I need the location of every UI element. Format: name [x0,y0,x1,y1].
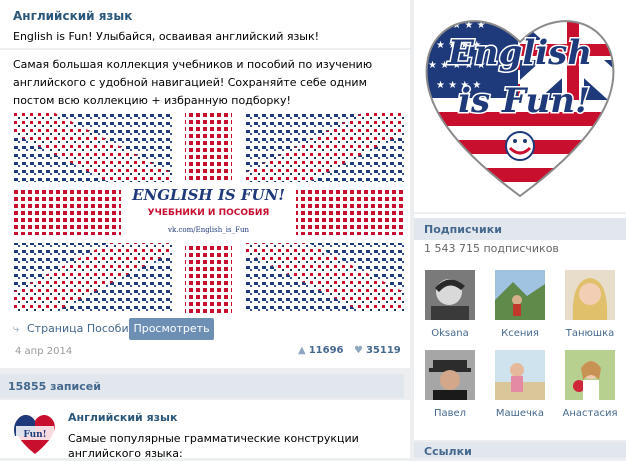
post-banner-image[interactable]: ENGLISH IS FUN! УЧЕБНИКИ И ПОСОБИЯ vk.co… [13,112,404,313]
banner-subtitle: УЧЕБНИКИ И ПОСОБИЯ [147,208,270,218]
avatar [495,270,545,320]
subscriber-item[interactable]: Танюшка [556,270,624,348]
megaphone-icon: ▲ [298,345,306,356]
like-button[interactable]: ♥ 35119 [354,345,401,356]
sidebar: ★ ★ ★ ★ ★ ★ ★ ★ ★ ★ ★ ★ ★ ★ ★ ★ ★ ★ Engl… [414,0,626,458]
group-name[interactable]: Английский язык [13,9,132,23]
heart-flag-avatar: Fun! [10,408,60,458]
subscribers-count: 1 543 715 подписчиков [424,242,559,255]
heart-flag-logo: ★ ★ ★ ★ ★ ★ ★ ★ ★ ★ ★ ★ ★ ★ ★ ★ ★ ★ Engl… [425,20,615,198]
group-status: English is Fun! Улыбайся, осваивая англи… [13,30,320,43]
subscriber-item[interactable]: Ксения [486,270,554,348]
subscriber-name: Анастасия [562,408,618,419]
logo-line1: English [447,33,592,73]
post-date[interactable]: 4 апр 2014 [15,346,72,357]
logo-line2: is Fun! [458,81,590,121]
subscriber-name: Павел [433,408,467,419]
share-button[interactable]: ▲ 11696 [298,345,344,356]
group-avatar[interactable]: ★ ★ ★ ★ ★ ★ ★ ★ ★ ★ ★ ★ ★ ★ ★ ★ ★ ★ Engl… [414,0,626,212]
subscribers-block: Подписчики 1 543 715 подписчиков Oksana … [414,214,626,440]
links-title: Ссылки [424,445,472,458]
wall-post: Fun! Английский язык Самые популярные гр… [0,400,410,460]
subscriber-name: Ксения [501,328,539,339]
subscriber-item[interactable]: Павел [416,350,484,428]
subscribers-title: Подписчики [424,223,502,236]
avatar [495,350,545,400]
subscriber-item[interactable]: Анастасия [556,350,624,428]
post2-text: Самые популярные грамматические конструк… [68,432,359,460]
avatar [425,350,475,400]
pinned-post: Самая большая коллекция учебников и посо… [0,50,410,368]
post-author-avatar[interactable]: Fun! [10,408,60,458]
banner-url: vk.com/English_is_Fun [168,226,249,234]
attachment-page-link[interactable]: Страница Пособия [27,322,135,335]
avatar [565,350,615,400]
subscriber-name: Машечка [495,408,545,419]
page-link-icon: ⤷ [13,322,20,335]
main-column: Английский язык English is Fun! Улыбайся… [0,0,410,460]
share-count: 11696 [308,345,344,356]
subscriber-name: Oksana [431,328,469,339]
post-text: Самая большая коллекция учебников и посо… [13,58,373,107]
group-header: Английский язык English is Fun! Улыбайся… [0,0,410,48]
avatar-logo-text: Fun! [23,430,46,440]
subscriber-name: Танюшка [565,328,615,339]
subscribers-header[interactable]: Подписчики [414,218,626,240]
heart-icon: ♥ [354,345,363,356]
post-attachment-link: ⤷ Страница Пособия Просмотреть [13,318,404,340]
records-count: 15855 записей [8,380,101,393]
links-header[interactable]: Ссылки [414,442,626,458]
banner-title: ENGLISH IS FUN! [132,186,285,204]
subscriber-item[interactable]: Oksana [416,270,484,348]
subscriber-item[interactable]: Машечка [486,350,554,428]
records-bar[interactable]: 15855 записей [0,374,404,398]
view-button[interactable]: Просмотреть [129,318,214,340]
avatar [565,270,615,320]
like-count: 35119 [365,345,401,356]
avatar [425,270,475,320]
post2-author[interactable]: Английский язык [68,411,177,424]
